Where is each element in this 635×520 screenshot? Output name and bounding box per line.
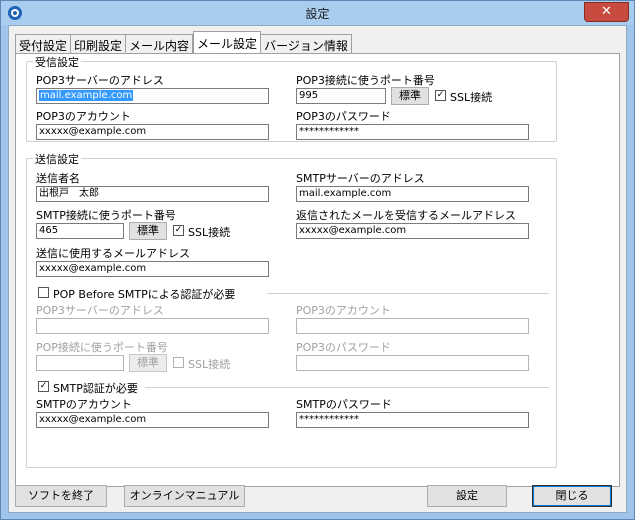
apply-settings-button[interactable]: 設定 xyxy=(427,485,507,507)
smtp-port-label: SMTP接続に使うポート番号 xyxy=(36,209,176,222)
tab-print[interactable]: 印刷設定 xyxy=(71,34,127,53)
pop3-server-value: mail.example.com xyxy=(39,90,134,101)
smtp-auth-checkbox[interactable]: ✓ xyxy=(38,381,49,392)
smtp-ssl-label: SSL接続 xyxy=(188,226,231,239)
pbs-account-input xyxy=(296,318,529,334)
pop-before-smtp-label: POP Before SMTPによる認証が必要 xyxy=(53,288,236,301)
smtp-password-label: SMTPのパスワード xyxy=(296,398,392,411)
pbs-ssl-label: SSL接続 xyxy=(188,358,231,371)
pop3-port-default-button[interactable]: 標準 xyxy=(391,87,429,105)
pbs-port-default-button: 標準 xyxy=(129,354,167,372)
pbs-password-input xyxy=(296,355,529,371)
pbs-account-label: POP3のアカウント xyxy=(296,304,391,317)
pop-before-smtp-checkbox[interactable] xyxy=(38,287,49,298)
smtp-port-default-button[interactable]: 標準 xyxy=(129,222,167,240)
send-address-label: 送信に使用するメールアドレス xyxy=(36,247,190,260)
pbs-password-label: POP3のパスワード xyxy=(296,341,391,354)
close-dialog-button[interactable]: 閉じる xyxy=(532,485,612,507)
smtp-account-label: SMTPのアカウント xyxy=(36,398,132,411)
pop3-server-input[interactable]: mail.example.com xyxy=(36,88,269,104)
smtp-auth-separator xyxy=(145,387,549,388)
pop3-password-input[interactable]: ************ xyxy=(296,124,529,140)
pbs-port-label: POP接続に使うポート番号 xyxy=(36,341,168,354)
receive-group-title: 受信設定 xyxy=(33,54,81,70)
send-group: 送信設定 送信者名 出根戸 太郎 SMTPサーバーのアドレス mail.exam… xyxy=(26,151,557,468)
tab-mail-content[interactable]: メール内容 xyxy=(126,34,194,53)
smtp-auth-label: SMTP認証が必要 xyxy=(53,382,138,395)
window-close-button[interactable]: ✕ xyxy=(584,2,629,22)
smtp-ssl-checkbox[interactable]: ✓ xyxy=(173,225,184,236)
pop-before-smtp-separator xyxy=(267,293,549,294)
tab-version[interactable]: バージョン情報 xyxy=(261,34,352,53)
tab-strip: 受付設定 印刷設定 メール内容 メール設定 バージョン情報 xyxy=(15,31,352,53)
settings-window: 設定 ✕ 受付設定 印刷設定 メール内容 メール設定 バージョン情報 受信設定 … xyxy=(0,0,635,520)
quit-software-button[interactable]: ソフトを終了 xyxy=(15,485,107,507)
title-bar[interactable]: 設定 ✕ xyxy=(1,1,634,25)
pop3-ssl-label: SSL接続 xyxy=(450,91,493,104)
window-title: 設定 xyxy=(305,7,330,21)
pbs-server-label: POP3サーバーのアドレス xyxy=(36,304,164,317)
pbs-ssl-checkbox xyxy=(173,357,184,368)
smtp-server-input[interactable]: mail.example.com xyxy=(296,186,529,202)
pop3-ssl-checkbox[interactable]: ✓ xyxy=(435,90,446,101)
smtp-account-input[interactable]: xxxxx@example.com xyxy=(36,412,269,428)
sender-name-label: 送信者名 xyxy=(36,172,80,185)
pop3-account-label: POP3のアカウント xyxy=(36,110,131,123)
reply-address-label: 返信されたメールを受信するメールアドレス xyxy=(296,209,516,222)
pop3-port-label: POP3接続に使うポート番号 xyxy=(296,74,435,87)
pop3-account-input[interactable]: xxxxx@example.com xyxy=(36,124,269,140)
sender-name-input[interactable]: 出根戸 太郎 xyxy=(36,186,269,202)
smtp-server-label: SMTPサーバーのアドレス xyxy=(296,172,425,185)
mail-settings-panel: 受信設定 POP3サーバーのアドレス mail.example.com POP3… xyxy=(15,53,620,487)
online-manual-button[interactable]: オンラインマニュアル xyxy=(124,485,245,507)
send-group-title: 送信設定 xyxy=(33,151,81,167)
pop3-port-input[interactable]: 995 xyxy=(296,88,386,104)
pbs-server-input xyxy=(36,318,269,334)
pop3-password-label: POP3のパスワード xyxy=(296,110,391,123)
tab-reception[interactable]: 受付設定 xyxy=(15,34,72,53)
smtp-port-input[interactable]: 465 xyxy=(36,223,124,239)
send-address-input[interactable]: xxxxx@example.com xyxy=(36,261,269,277)
pbs-port-input xyxy=(36,355,124,371)
receive-group: 受信設定 POP3サーバーのアドレス mail.example.com POP3… xyxy=(26,54,557,142)
reply-address-input[interactable]: xxxxx@example.com xyxy=(296,223,529,239)
smtp-password-input[interactable]: ************ xyxy=(296,412,529,428)
tab-mail-settings[interactable]: メール設定 xyxy=(193,31,262,53)
client-area: 受付設定 印刷設定 メール内容 メール設定 バージョン情報 受信設定 POP3サ… xyxy=(8,25,627,513)
pop3-server-label: POP3サーバーのアドレス xyxy=(36,74,164,87)
